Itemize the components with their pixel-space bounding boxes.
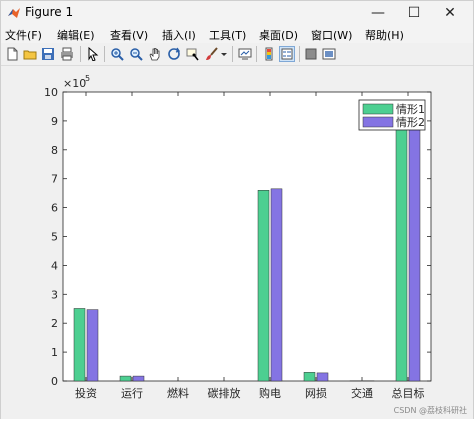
toolbar-separator — [80, 46, 81, 62]
bar-1-2[interactable] — [120, 376, 131, 381]
menu-edit[interactable]: 编辑(E) — [57, 27, 95, 43]
close-icon: ✕ — [444, 5, 456, 21]
bar-2-1[interactable] — [87, 310, 98, 381]
y-tick-label: 1 — [51, 346, 58, 359]
x-tick-label: 燃料 — [167, 386, 189, 400]
menu-tools[interactable]: 工具(T) — [209, 27, 246, 43]
toolbar-separator — [256, 46, 257, 62]
bar-1-8[interactable] — [396, 119, 407, 381]
data-cursor-icon[interactable] — [185, 46, 201, 62]
title-bar: Figure 1 — ☐ ✕ — [1, 1, 473, 25]
figure-window: Figure 1 — ☐ ✕ 文件(F) 编辑(E) 查看(V) 插入(I) 工… — [0, 0, 474, 419]
menu-bar: 文件(F) 编辑(E) 查看(V) 插入(I) 工具(T) 桌面(D) 窗口(W… — [1, 25, 473, 43]
link-plot-icon[interactable] — [237, 46, 253, 62]
y-exponent-power: 5 — [85, 74, 90, 83]
minimize-icon: — — [371, 5, 385, 21]
bar-1-6[interactable] — [304, 372, 315, 381]
toolbar — [1, 43, 473, 66]
brush-icon[interactable] — [204, 46, 220, 62]
x-tick-label: 交通 — [351, 386, 373, 400]
hide-plot-tools-icon[interactable] — [303, 46, 319, 62]
open-file-icon[interactable] — [22, 46, 38, 62]
window-title: Figure 1 — [25, 5, 73, 19]
y-exponent-label: ×10 5 — [63, 74, 90, 90]
y-tick-label: 6 — [51, 202, 58, 215]
y-tick-label: 5 — [51, 231, 58, 244]
toolbar-separator — [299, 46, 300, 62]
bar-chart[interactable]: 0 1 2 3 4 5 6 7 8 9 10 投资 运行 燃料 碳排放 购电 网损 交通 总目标 ×10 5 情形… — [1, 66, 473, 419]
y-tick-label: 0 — [51, 375, 58, 388]
x-tick-label: 购电 — [259, 386, 281, 400]
legend-label-1: 情形1 — [396, 103, 425, 116]
legend-swatch-2 — [363, 117, 393, 127]
watermark-text: CSDN @荔枝科研社 — [394, 405, 467, 416]
figure-canvas: 0 1 2 3 4 5 6 7 8 9 10 投资 运行 燃料 碳排放 购电 网损 交通 总目标 ×10 5 情形… — [1, 66, 473, 419]
bar-2-8[interactable] — [409, 119, 420, 381]
menu-help[interactable]: 帮助(H) — [365, 27, 404, 43]
legend-swatch-1 — [363, 104, 393, 114]
brush-dropdown-icon[interactable] — [219, 46, 229, 62]
toolbar-separator — [232, 46, 233, 62]
minimize-button[interactable]: — — [361, 1, 395, 25]
menu-insert[interactable]: 插入(I) — [162, 27, 196, 43]
menu-desktop[interactable]: 桌面(D) — [259, 27, 298, 43]
y-tick-label: 3 — [51, 288, 58, 301]
x-tick-label: 运行 — [121, 387, 143, 400]
y-tick-label: 9 — [51, 115, 58, 128]
save-icon[interactable] — [40, 46, 56, 62]
show-plot-tools-icon[interactable] — [321, 46, 337, 62]
x-tick-label: 碳排放 — [208, 386, 241, 400]
menu-file[interactable]: 文件(F) — [5, 27, 42, 43]
close-button[interactable]: ✕ — [433, 1, 467, 25]
toolbar-separator — [104, 46, 105, 62]
x-tick-label: 投资 — [75, 386, 97, 400]
bar-1-5[interactable] — [258, 190, 269, 381]
colorbar-icon[interactable] — [261, 46, 277, 62]
y-tick-label: 7 — [51, 173, 58, 186]
y-exponent-base: ×10 — [63, 77, 86, 90]
bar-2-5[interactable] — [271, 189, 282, 381]
print-icon[interactable] — [59, 46, 75, 62]
y-tick-label: 2 — [51, 317, 58, 330]
menu-view[interactable]: 查看(V) — [110, 27, 148, 43]
bar-2-6[interactable] — [317, 373, 328, 381]
legend-label-2: 情形2 — [396, 116, 425, 129]
edit-plot-arrow-icon[interactable] — [85, 46, 101, 62]
maximize-button[interactable]: ☐ — [397, 1, 431, 25]
new-figure-icon[interactable] — [4, 46, 20, 62]
legend[interactable]: 情形1情形2 — [359, 100, 425, 130]
rotate-3d-icon[interactable] — [166, 46, 182, 62]
matlab-logo-icon — [7, 6, 21, 20]
x-tick-label: 网损 — [305, 386, 327, 400]
pan-hand-icon[interactable] — [147, 46, 163, 62]
plot-area — [63, 92, 431, 381]
y-tick-label: 4 — [51, 259, 58, 272]
legend-icon[interactable] — [279, 46, 295, 62]
maximize-icon: ☐ — [408, 5, 421, 21]
zoom-in-icon[interactable] — [109, 46, 125, 62]
zoom-out-icon[interactable] — [128, 46, 144, 62]
y-tick-label: 8 — [51, 144, 58, 157]
x-tick-label: 总目标 — [392, 386, 425, 400]
menu-window[interactable]: 窗口(W) — [311, 27, 352, 43]
bar-2-2[interactable] — [133, 376, 144, 381]
y-tick-label: 10 — [44, 86, 58, 99]
bar-1-1[interactable] — [74, 308, 85, 381]
